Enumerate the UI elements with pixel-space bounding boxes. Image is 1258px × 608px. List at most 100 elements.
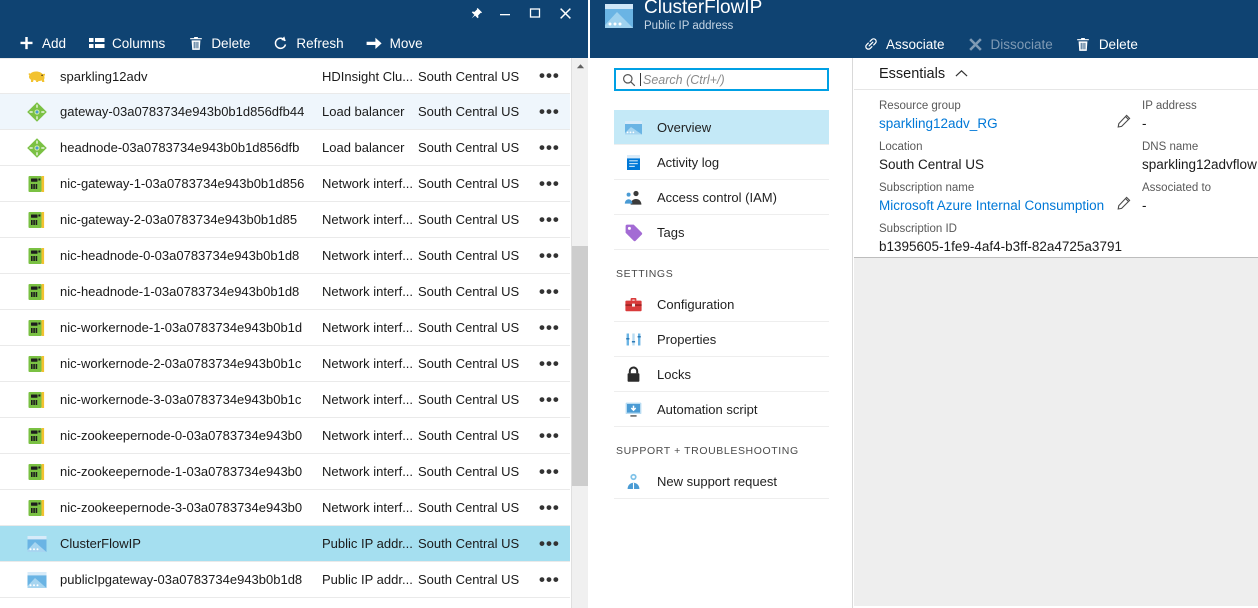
pencil-icon[interactable]: [1117, 196, 1131, 210]
row-context-menu-button[interactable]: •••: [539, 283, 560, 300]
menu-item-activity-log[interactable]: Activity log: [614, 145, 829, 180]
scroll-up-arrow-icon[interactable]: [572, 58, 589, 75]
menu-item-new-support-request[interactable]: New support request: [614, 464, 829, 499]
close-icon[interactable]: [550, 1, 580, 25]
table-row[interactable]: ClusterFlowIP Public IP addr... South Cent…: [0, 526, 570, 562]
row-context-menu-button[interactable]: •••: [539, 427, 560, 444]
nic-icon: [26, 245, 48, 267]
row-resource-name[interactable]: nic-gateway-1-03a0783734e943b0b1d856: [60, 176, 322, 191]
row-location: South Central US: [418, 500, 520, 515]
refresh-button[interactable]: Refresh: [272, 35, 344, 52]
scrollbar-thumb[interactable]: [572, 246, 589, 486]
essentials-field-value[interactable]: Microsoft Azure Internal Consumption: [879, 196, 1139, 215]
row-context-menu-button[interactable]: •••: [539, 571, 560, 588]
essentials-header[interactable]: Essentials: [854, 58, 1258, 90]
row-resource-name[interactable]: gateway-03a0783734e943b0b1d856dfb44: [60, 104, 322, 119]
resource-list[interactable]: sparkling12adv HDInsight Clu... South Cent…: [0, 58, 588, 608]
row-resource-name[interactable]: ClusterFlowIP: [60, 536, 322, 551]
minimize-icon[interactable]: [490, 1, 520, 25]
row-resource-name[interactable]: sparkling12adv: [60, 69, 322, 84]
row-resource-name[interactable]: nic-workernode-1-03a0783734e943b0b1d: [60, 320, 322, 335]
table-row[interactable]: nic-gateway-1-03a0783734e943b0b1d856 Netw…: [0, 166, 570, 202]
row-resource-name[interactable]: nic-zookeepernode-3-03a0783734e943b0: [60, 500, 322, 515]
table-row[interactable]: headnode-03a0783734e943b0b1d856dfb Load b…: [0, 130, 570, 166]
table-row[interactable]: gateway-03a0783734e943b0b1d856dfb44 Load …: [0, 94, 570, 130]
columns-button[interactable]: Columns: [88, 35, 165, 52]
pin-icon[interactable]: [460, 1, 490, 25]
row-context-menu-button[interactable]: •••: [539, 499, 560, 516]
table-row[interactable]: nic-headnode-1-03a0783734e943b0b1d8 Netwo…: [0, 274, 570, 310]
nic-icon: [26, 497, 48, 519]
table-row[interactable]: nic-zookeepernode-1-03a0783734e943b0 Netw…: [0, 454, 570, 490]
table-row[interactable]: nic-workernode-1-03a0783734e943b0b1d Netw…: [0, 310, 570, 346]
menu-item-overview[interactable]: Overview: [614, 110, 829, 145]
row-context-menu-button[interactable]: •••: [539, 175, 560, 192]
menu-item-configuration[interactable]: Configuration: [614, 287, 829, 322]
row-resource-name[interactable]: nic-workernode-3-03a0783734e943b0b1c: [60, 392, 322, 407]
table-row[interactable]: sparkling12adv HDInsight Clu... South Cent…: [0, 58, 570, 94]
row-resource-type: Network interf...: [322, 392, 414, 407]
menu-item-access-control-iam[interactable]: Access control (IAM): [614, 180, 829, 215]
essentials-field-value: b1395605-1fe9-4af4-b3ff-82a4725a3791: [879, 239, 1122, 254]
essentials-left-column: Resource group sparkling12adv_RG Location S…: [879, 98, 1139, 262]
support-request-icon: [624, 472, 643, 491]
table-row[interactable]: publicIpgateway-03a0783734e943b0b1d8 Publ…: [0, 562, 570, 598]
row-resource-name[interactable]: nic-workernode-2-03a0783734e943b0b1c: [60, 356, 322, 371]
row-context-menu-button[interactable]: •••: [539, 391, 560, 408]
menu-item-properties[interactable]: Properties: [614, 322, 829, 357]
row-resource-name[interactable]: nic-headnode-1-03a0783734e943b0b1d8: [60, 284, 322, 299]
row-location: South Central US: [418, 356, 520, 371]
row-resource-name[interactable]: nic-headnode-0-03a0783734e943b0b1d8: [60, 248, 322, 263]
hdinsight-icon: [26, 65, 48, 87]
chevron-up-icon[interactable]: [955, 69, 968, 78]
row-location: South Central US: [418, 464, 520, 479]
row-resource-name[interactable]: nic-zookeepernode-0-03a0783734e943b0: [60, 428, 322, 443]
row-context-menu-button[interactable]: •••: [539, 103, 560, 120]
table-row[interactable]: nic-gateway-2-03a0783734e943b0b1d85 Netwo…: [0, 202, 570, 238]
nic-icon: [26, 389, 48, 411]
essentials-field-value[interactable]: sparkling12adv_RG: [879, 114, 1139, 133]
row-location: South Central US: [418, 320, 520, 335]
menu-item-automation-script[interactable]: Automation script: [614, 392, 829, 427]
tags-icon: [624, 223, 643, 242]
delete-button[interactable]: Delete: [187, 35, 250, 52]
list-scrollbar[interactable]: [571, 58, 589, 608]
maximize-icon[interactable]: [520, 1, 550, 25]
dissociate-button: Dissociate: [967, 36, 1053, 53]
table-row[interactable]: nic-zookeepernode-3-03a0783734e943b0 Netw…: [0, 490, 570, 526]
row-resource-name[interactable]: publicIpgateway-03a0783734e943b0b1d8: [60, 572, 322, 587]
row-context-menu-button[interactable]: •••: [539, 535, 560, 552]
menu-item-tags[interactable]: Tags: [614, 215, 829, 250]
delete-resource-button[interactable]: Delete: [1075, 36, 1138, 53]
table-row[interactable]: nic-workernode-3-03a0783734e943b0b1c Netw…: [0, 382, 570, 418]
pencil-icon[interactable]: [1117, 114, 1131, 128]
row-context-menu-button[interactable]: •••: [539, 247, 560, 264]
resource-header: ClusterFlowIP Public IP address: [604, 0, 762, 34]
table-row[interactable]: nic-workernode-2-03a0783734e943b0b1c Netw…: [0, 346, 570, 382]
table-row[interactable]: nic-zookeepernode-0-03a0783734e943b0 Netw…: [0, 418, 570, 454]
essentials-title: Essentials: [879, 65, 946, 82]
row-resource-type: Network interf...: [322, 356, 414, 371]
table-row[interactable]: nic-headnode-0-03a0783734e943b0b1d8 Netwo…: [0, 238, 570, 274]
move-button[interactable]: Move: [366, 35, 423, 52]
associate-button[interactable]: Associate: [862, 36, 945, 53]
search-input[interactable]: Search (Ctrl+/): [614, 68, 829, 91]
row-context-menu-button[interactable]: •••: [539, 355, 560, 372]
move-label: Move: [389, 35, 423, 51]
row-context-menu-button[interactable]: •••: [539, 319, 560, 336]
public-ip-blade: ClusterFlowIP Public IP address Associat…: [590, 0, 1258, 608]
row-resource-name[interactable]: nic-zookeepernode-1-03a0783734e943b0: [60, 464, 322, 479]
row-context-menu-button[interactable]: •••: [539, 211, 560, 228]
menu-item-label: New support request: [657, 473, 777, 489]
row-resource-name[interactable]: nic-gateway-2-03a0783734e943b0b1d85: [60, 212, 322, 227]
row-resource-name[interactable]: headnode-03a0783734e943b0b1d856dfb: [60, 140, 322, 155]
menu-item-locks[interactable]: Locks: [614, 357, 829, 392]
blade-menu: Search (Ctrl+/) Overview Activity log Acce…: [590, 58, 853, 608]
essentials-field: Subscription name Microsoft Azure Interna…: [879, 180, 1139, 215]
add-button[interactable]: Add: [18, 35, 66, 52]
row-location: South Central US: [418, 248, 520, 263]
row-resource-type: HDInsight Clu...: [322, 68, 414, 84]
row-context-menu-button[interactable]: •••: [539, 463, 560, 480]
row-context-menu-button[interactable]: •••: [539, 139, 560, 156]
row-context-menu-button[interactable]: •••: [539, 67, 560, 84]
